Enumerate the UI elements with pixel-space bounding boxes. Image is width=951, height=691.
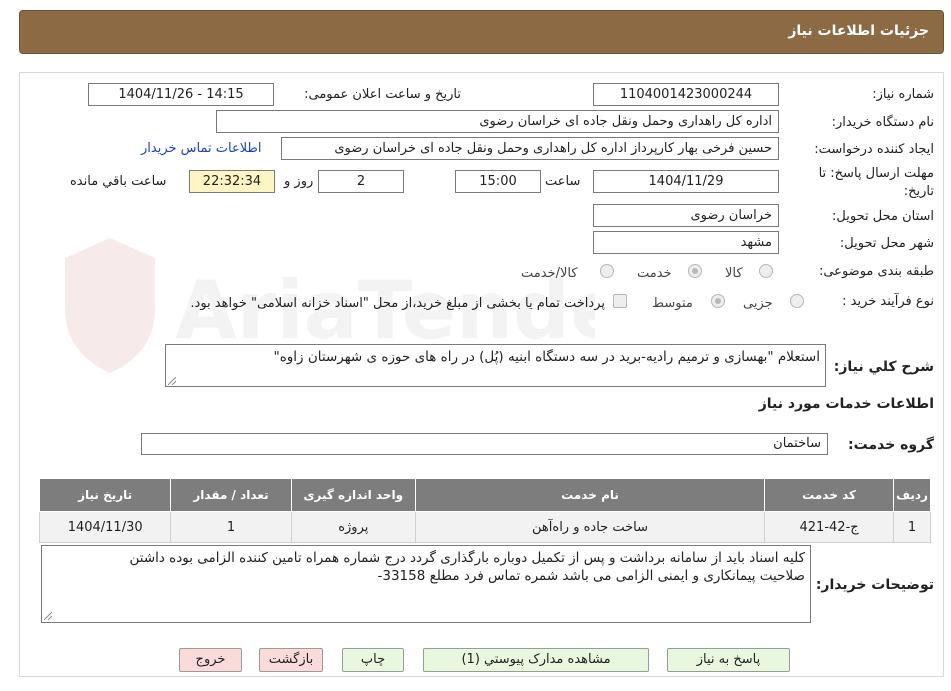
service-group-label: گروه خدمت:	[848, 437, 934, 453]
remaining-time-field: 22:32:34	[189, 170, 275, 193]
description-label: شرح کلي نياز:	[833, 359, 934, 375]
deadline-label: مهلت ارسال پاسخ: تا	[818, 166, 934, 181]
creator-field: حسین فرخی بهار کارپرداز اداره کل راهداری…	[281, 137, 779, 160]
buyer-contact-link[interactable]: اطلاعات تماس خریدار	[141, 141, 261, 156]
cell-unit: پروژه	[290, 511, 416, 543]
col-code: کد خدمت	[764, 478, 895, 512]
resize-grip-icon[interactable]	[168, 377, 176, 385]
category-both-label: کالا/خدمت	[521, 266, 578, 281]
col-unit: واحد اندازه گیری	[290, 478, 416, 512]
print-button[interactable]: چاپ	[342, 648, 404, 672]
description-text: استعلام "بهسازی و ترمیم رادیه-برید در سه…	[273, 349, 820, 365]
page-title: جزئیات اطلاعات نیاز	[788, 23, 929, 39]
province-label: استان محل تحویل:	[832, 209, 934, 224]
creator-label: ایجاد کننده درخواست:	[814, 142, 934, 157]
category-goods-label: کالا	[725, 266, 743, 281]
cell-name: ساخت جاده و راه‌آهن	[414, 511, 766, 543]
page-header: جزئیات اطلاعات نیاز	[19, 10, 944, 54]
city-label: شهر محل تحویل:	[839, 236, 934, 251]
announce-field: 1404/11/26 - 14:15	[88, 83, 274, 106]
buyer-notes-line1: کلیه اسناد باید از سامانه برداشت و پس از…	[129, 550, 805, 566]
services-section-title: اطلاعات خدمات مورد نياز	[758, 396, 934, 412]
province-field: خراسان رضوی	[593, 204, 779, 227]
description-box: استعلام "بهسازی و ترمیم رادیه-برید در سه…	[165, 344, 826, 387]
buyer-org-label: نام دستگاه خریدار:	[831, 115, 934, 130]
col-name: نام خدمت	[414, 478, 766, 512]
process-minor-radio[interactable]	[790, 294, 804, 308]
service-group-field: ساختمان	[141, 433, 828, 455]
days-label: روز و	[284, 174, 314, 189]
process-label: نوع فرآیند خرید :	[842, 294, 934, 309]
deadline-time-label: ساعت	[545, 174, 581, 189]
col-date: تاريخ نياز	[38, 478, 172, 512]
services-table: تاريخ نياز تعداد / مقدار واحد اندازه گیر…	[38, 478, 931, 543]
col-qty: تعداد / مقدار	[170, 478, 292, 512]
treasury-checkbox[interactable]	[613, 294, 627, 308]
table-row: 1404/11/30 1 پروژه ساخت جاده و راه‌آهن ج…	[38, 511, 931, 543]
buyer-notes-label: توضیحات خریدار:	[815, 577, 934, 593]
reply-button[interactable]: پاسخ به نياز	[667, 648, 790, 672]
deadline-time-field: 15:00	[455, 170, 541, 193]
city-field: مشهد	[593, 231, 779, 254]
deadline-date-field: 1404/11/29	[593, 170, 779, 193]
cell-qty: 1	[170, 511, 292, 543]
cell-date: 1404/11/30	[38, 511, 172, 543]
back-button[interactable]: بازگشت	[259, 648, 323, 672]
view-attachments-button[interactable]: مشاهده مدارک پيوستي (1)	[423, 648, 649, 672]
category-goods-radio[interactable]	[759, 264, 773, 278]
process-medium-label: متوسط	[652, 296, 693, 311]
resize-grip-icon[interactable]	[44, 612, 52, 620]
process-medium-radio[interactable]	[711, 294, 725, 308]
category-service-label: خدمت	[637, 266, 672, 281]
deadline-date-label: تاریخ:	[903, 184, 934, 199]
buyer-notes-line2: صلاحیت پیمانکاری و ایمنی الزامی می باشد …	[377, 568, 805, 584]
buyer-notes-box: کلیه اسناد باید از سامانه برداشت و پس از…	[41, 545, 811, 623]
process-minor-label: جزیی	[743, 296, 773, 311]
category-label: طبقه بندی موضوعی:	[818, 264, 934, 279]
col-row: رديف	[893, 478, 931, 512]
remaining-label: ساعت باقي مانده	[70, 174, 167, 189]
category-both-radio[interactable]	[600, 264, 614, 278]
need-number-field: 1104001423000244	[593, 83, 779, 106]
exit-button[interactable]: خروج	[179, 648, 242, 672]
announce-label: تاریخ و ساعت اعلان عمومی:	[304, 87, 461, 102]
category-service-radio[interactable]	[688, 264, 702, 278]
cell-row: 1	[893, 511, 931, 543]
table-header-row: تاريخ نياز تعداد / مقدار واحد اندازه گیر…	[38, 478, 931, 512]
payment-note: پرداخت تمام یا بخشی از مبلغ خرید،از محل …	[190, 296, 605, 311]
days-field: 2	[318, 170, 404, 193]
buyer-org-field: اداره کل راهداری وحمل ونقل جاده ای خراسا…	[216, 110, 779, 133]
need-number-label: شماره نیاز:	[872, 87, 934, 102]
cell-code: ج-42-421	[764, 511, 895, 543]
